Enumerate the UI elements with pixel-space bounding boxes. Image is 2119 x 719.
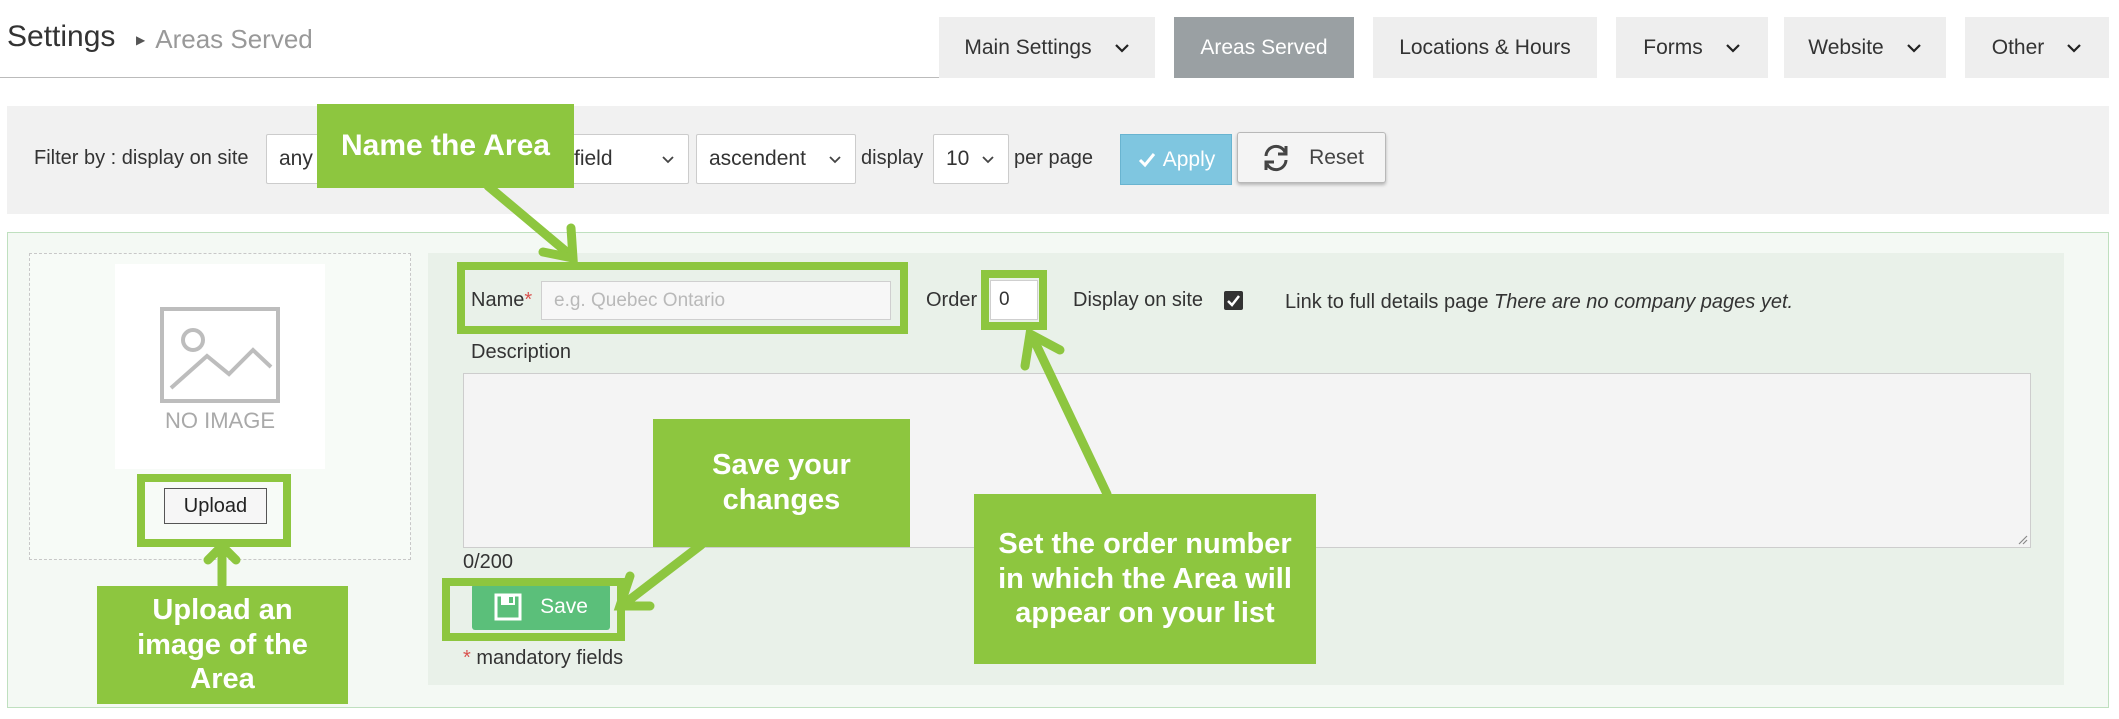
callout-name-area: Name the Area <box>317 104 574 188</box>
save-highlight-frame <box>442 578 625 641</box>
arrow-order <box>1029 335 1112 499</box>
callout-set-order: Set the order number in which the Area w… <box>974 494 1316 664</box>
upload-highlight-frame <box>137 474 291 547</box>
arrow-save <box>623 540 706 606</box>
callout-save-changes: Save your changes <box>653 419 910 547</box>
name-highlight-frame <box>457 262 908 334</box>
order-highlight-frame <box>981 270 1047 330</box>
arrow-name <box>483 181 574 259</box>
callout-upload-image: Upload an image of the Area <box>97 586 348 704</box>
